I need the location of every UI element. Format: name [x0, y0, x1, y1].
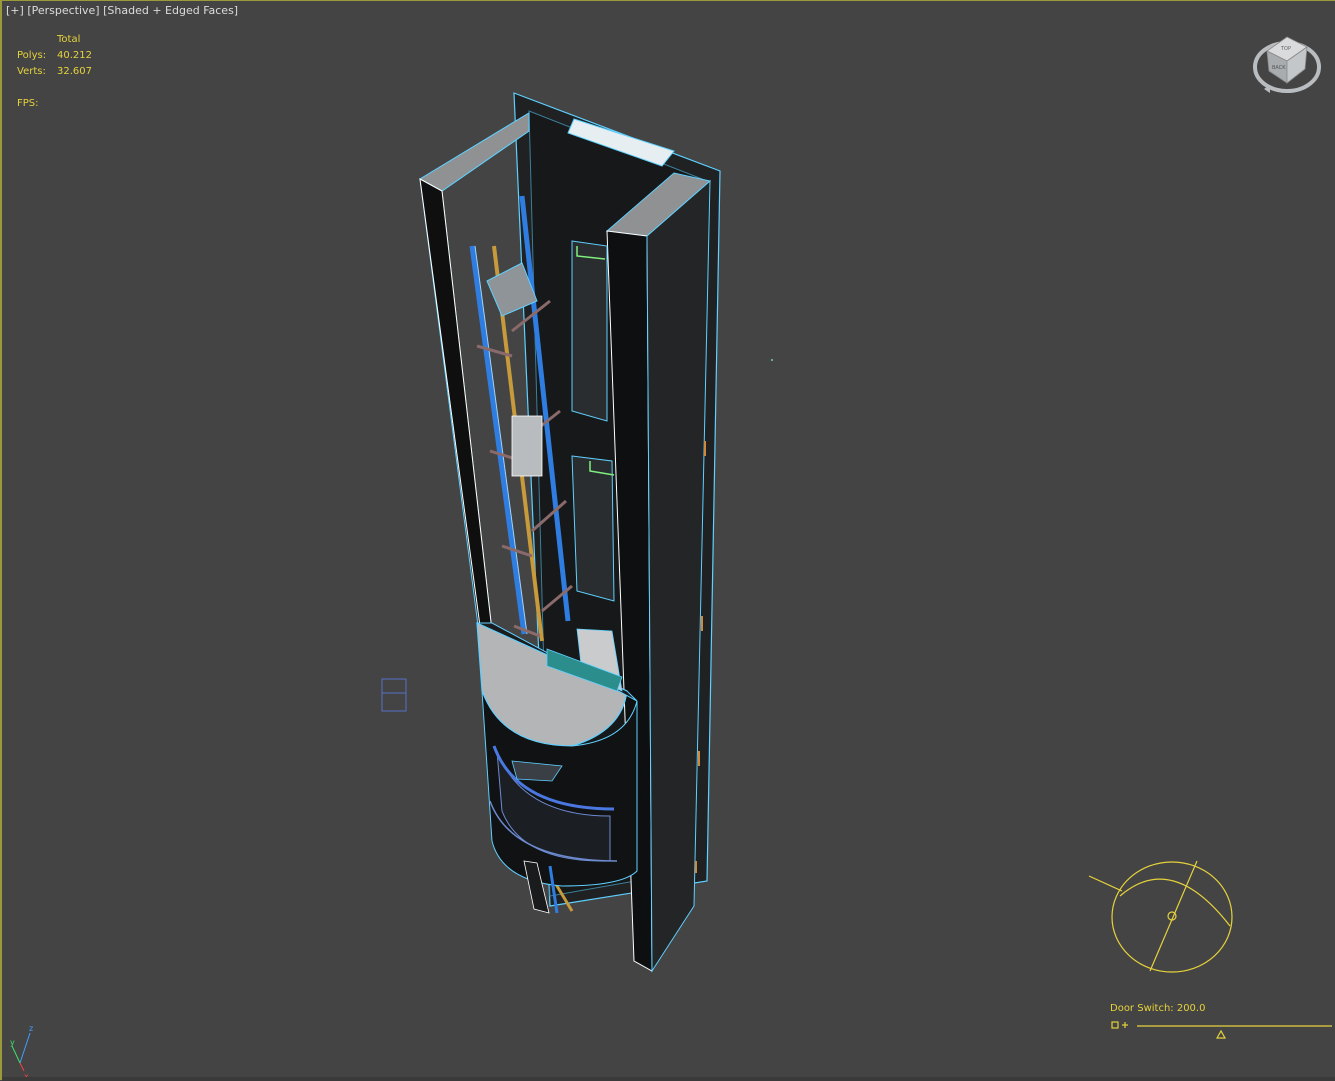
axis-y-label: y [10, 1038, 15, 1047]
stats-header: Total [57, 34, 81, 45]
verts-label: Verts: [17, 66, 46, 77]
door-switch-manipulator-label[interactable]: Door Switch: 200.0 [1110, 1003, 1205, 1014]
viewcube-icon[interactable]: TOP BACK [1253, 36, 1321, 93]
stats-polys: Polys: 40.212 [17, 50, 92, 61]
viewcube-face-top[interactable]: TOP [1280, 46, 1291, 52]
viewport-point-of-view-menu[interactable]: [Perspective] [27, 4, 99, 17]
viewport-bottom-edge [2, 1077, 1335, 1081]
helper-object[interactable] [381, 678, 407, 712]
stats-fps: FPS: [17, 98, 57, 109]
axis-tripod: z y x [10, 1024, 33, 1081]
elevator-shaft-model[interactable] [418, 92, 773, 973]
viewport-general-menu[interactable]: [+] [6, 4, 24, 17]
polys-value: 40.212 [57, 50, 92, 61]
perspective-viewport[interactable]: TOP BACK z y x [+] [Perspectiv [0, 0, 1335, 1081]
verts-value: 32.607 [57, 66, 92, 77]
axis-z-label: z [29, 1024, 33, 1033]
viewcube-face-back[interactable]: BACK [1272, 65, 1286, 71]
polys-label: Polys: [17, 50, 47, 61]
viewport-label-menu[interactable]: [+] [Perspective] [Shaded + Edged Faces] [6, 4, 238, 17]
scene-canvas[interactable]: TOP BACK z y x [2, 1, 1335, 1081]
fps-label: FPS: [17, 98, 39, 109]
viewport-shading-menu[interactable]: [Shaded + Edged Faces] [103, 4, 238, 17]
stats-verts: Verts: 32.607 [17, 66, 92, 77]
